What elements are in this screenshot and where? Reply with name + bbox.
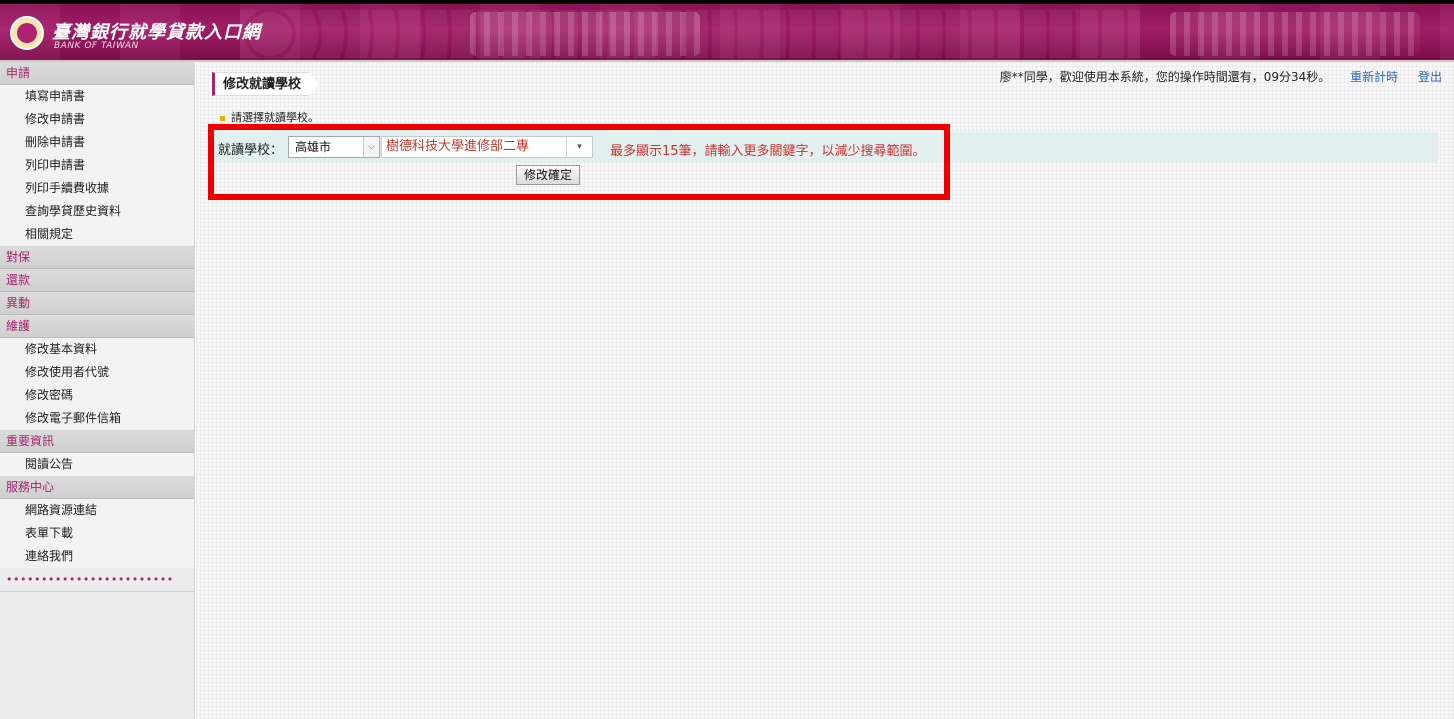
welcome-message: 廖**同學，歡迎使用本系統，您的操作時間還有，09分34秒。 [999, 70, 1331, 84]
sidebar-item-loan-history[interactable]: 查詢學貸歷史資料 [0, 200, 194, 223]
instruction-hint: 請選擇就讀學校。 [220, 109, 319, 125]
sidebar-section-changes[interactable]: 異動 [0, 292, 194, 315]
sidebar-item-regulations[interactable]: 相關規定 [0, 223, 194, 246]
bank-logo-icon[interactable] [10, 16, 44, 50]
site-header: 臺灣銀行就學貸款入口網 BANK OF TAIWAN [0, 4, 1454, 60]
sidebar-section-repayment[interactable]: 還款 [0, 269, 194, 292]
sidebar-dotted-divider: •••••••••••••••••••••••• [0, 568, 194, 592]
sidebar-item-edit-username[interactable]: 修改使用者代號 [0, 361, 194, 384]
sidebar-section-maintenance[interactable]: 維護 [0, 315, 194, 338]
sidebar-item-resource-links[interactable]: 網路資源連結 [0, 499, 194, 522]
sidebar-item-edit-application[interactable]: 修改申請書 [0, 108, 194, 131]
school-combobox-value: 樹德科技大學進修部二專 [386, 139, 530, 154]
bullet-icon [220, 115, 225, 121]
welcome-bar: 廖**同學，歡迎使用本系統，您的操作時間還有，09分34秒。 重新計時 登出 [1000, 68, 1442, 85]
school-combobox[interactable]: 樹德科技大學進修部二專 ▾ [381, 136, 593, 158]
search-limit-warning: 最多顯示15筆，請輸入更多關鍵字，以減少搜尋範圍。 [610, 144, 926, 159]
sidebar-item-delete-application[interactable]: 刪除申請書 [0, 131, 194, 154]
sidebar-item-print-fee-receipt[interactable]: 列印手續費收據 [0, 177, 194, 200]
city-select[interactable]: 高雄市 ⌵ [288, 136, 380, 158]
chevron-down-icon[interactable]: ⌵ [363, 137, 379, 157]
sidebar-section-important-info[interactable]: 重要資訊 [0, 430, 194, 453]
logout-link[interactable]: 登出 [1418, 70, 1442, 84]
dropdown-arrow-icon[interactable]: ▾ [566, 137, 592, 157]
hint-text: 請選擇就讀學校。 [231, 111, 319, 124]
sidebar-item-fill-application[interactable]: 填寫申請書 [0, 85, 194, 108]
reset-timer-link[interactable]: 重新計時 [1350, 70, 1398, 84]
sidebar-item-announcements[interactable]: 閱讀公告 [0, 453, 194, 476]
sidebar-item-print-application[interactable]: 列印申請書 [0, 154, 194, 177]
sidebar-item-contact-us[interactable]: 連絡我們 [0, 545, 194, 568]
header-building-image-right [1170, 12, 1420, 56]
sidebar-item-edit-profile[interactable]: 修改基本資料 [0, 338, 194, 361]
sidebar-section-guarantee[interactable]: 對保 [0, 246, 194, 269]
city-select-value: 高雄市 [295, 140, 332, 154]
header-building-image [470, 12, 700, 56]
confirm-edit-button[interactable]: 修改確定 [516, 165, 580, 185]
page-title: 修改就讀學校 [212, 72, 319, 96]
sidebar-item-edit-password[interactable]: 修改密碼 [0, 384, 194, 407]
school-label: 就讀學校： [218, 143, 284, 158]
sidebar-item-form-download[interactable]: 表單下載 [0, 522, 194, 545]
sidebar-menu: 申請 填寫申請書 修改申請書 刪除申請書 列印申請書 列印手續費收據 查詢學貸歷… [0, 62, 195, 719]
sidebar-item-edit-email[interactable]: 修改電子郵件信箱 [0, 407, 194, 430]
sidebar-section-service-center[interactable]: 服務中心 [0, 476, 194, 499]
main-content: 修改就讀學校 廖**同學，歡迎使用本系統，您的操作時間還有，09分34秒。 重新… [196, 62, 1454, 719]
sidebar-section-apply[interactable]: 申請 [0, 62, 194, 85]
brand-subtitle: BANK OF TAIWAN [54, 41, 139, 51]
